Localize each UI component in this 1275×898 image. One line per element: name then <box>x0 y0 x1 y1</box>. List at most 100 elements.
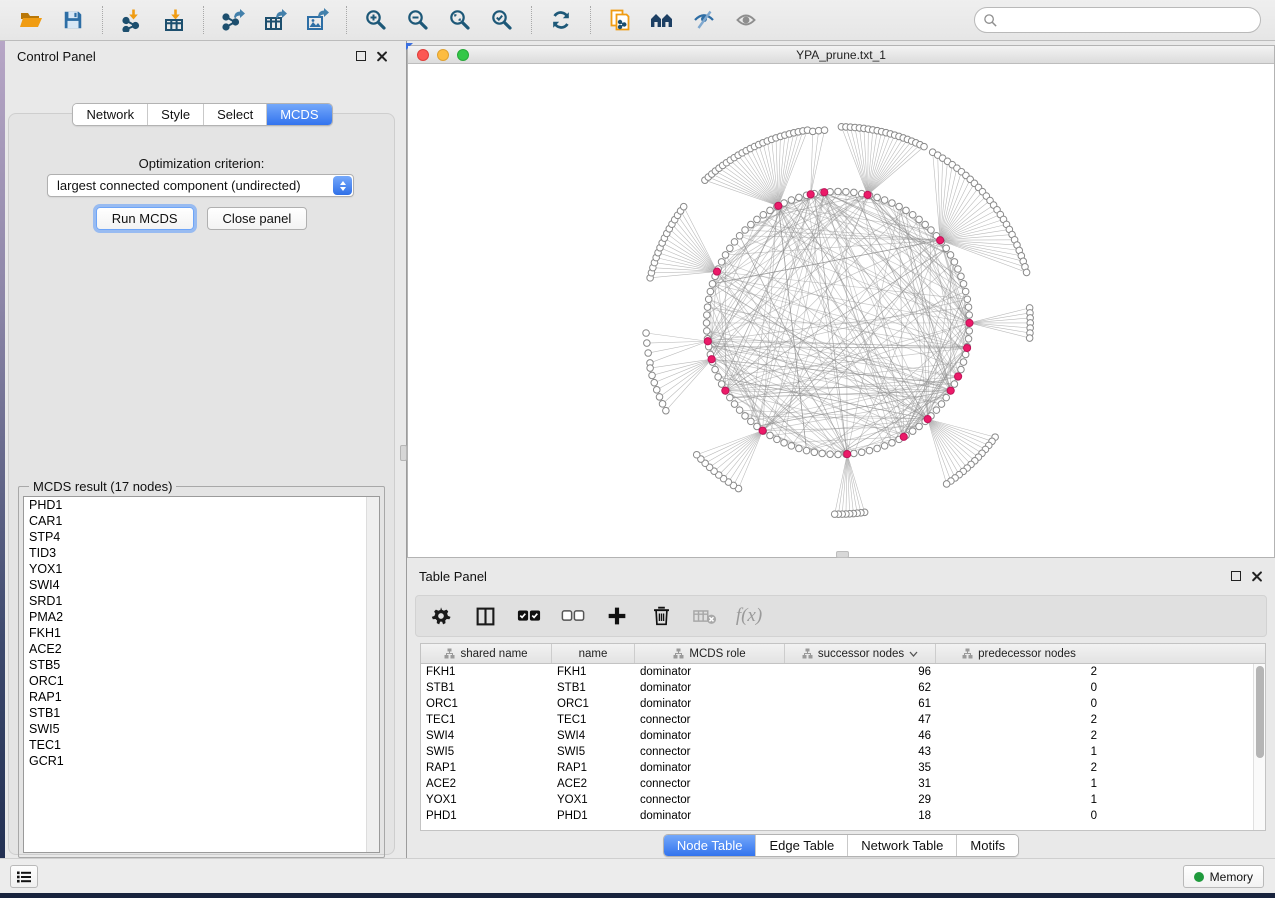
mcds-result-list[interactable]: PHD1CAR1STP4TID3YOX1SWI4SRD1PMA2FKH1ACE2… <box>23 496 380 853</box>
show-column-pane-button[interactable] <box>472 601 498 631</box>
vertical-splitter[interactable] <box>400 41 407 858</box>
show-panels-menu-button[interactable] <box>10 865 38 888</box>
table-cell: 2 <box>936 762 1102 774</box>
gear-icon <box>431 606 451 626</box>
hide-graphics-details-button[interactable] <box>686 3 722 37</box>
deselect-all-rows-button[interactable] <box>560 601 586 631</box>
binoculars-button[interactable] <box>644 3 680 37</box>
list-item[interactable]: PHD1 <box>24 497 379 513</box>
table-row[interactable]: TEC1TEC1connector472 <box>421 712 1265 728</box>
list-item[interactable]: GCR1 <box>24 753 379 769</box>
select-all-rows-button[interactable] <box>516 601 542 631</box>
column-header-successor-nodes[interactable]: successor nodes <box>785 644 936 663</box>
list-item[interactable]: YOX1 <box>24 561 379 577</box>
tab-network[interactable]: Network <box>73 104 148 125</box>
select-all-icon <box>517 608 541 624</box>
float-window-icon[interactable] <box>356 51 366 61</box>
table-cell: ORC1 <box>552 698 635 710</box>
list-item[interactable]: STP4 <box>24 529 379 545</box>
show-details-button[interactable] <box>728 3 764 37</box>
list-item[interactable]: TEC1 <box>24 737 379 753</box>
table-scrollbar-thumb[interactable] <box>1256 666 1264 758</box>
export-image-button[interactable] <box>299 3 335 37</box>
zoom-out-button[interactable] <box>400 3 436 37</box>
zoom-selected-button[interactable] <box>484 3 520 37</box>
tab-style[interactable]: Style <box>148 104 204 125</box>
column-header-name[interactable]: name <box>552 644 635 663</box>
memory-label: Memory <box>1210 870 1253 884</box>
list-item[interactable]: SRD1 <box>24 593 379 609</box>
memory-button[interactable]: Memory <box>1183 865 1264 888</box>
column-header-predecessor-nodes[interactable]: predecessor nodes <box>936 644 1102 663</box>
list-item[interactable]: PMA2 <box>24 609 379 625</box>
optimization-criterion-select[interactable]: largest connected component (undirected) <box>47 174 354 197</box>
tab-motifs[interactable]: Motifs <box>957 835 1018 856</box>
column-namespace-icon <box>673 648 684 659</box>
zoom-fit-button[interactable] <box>442 3 478 37</box>
import-network-button[interactable] <box>114 3 150 37</box>
table-cell: connector <box>635 778 785 790</box>
refresh-button[interactable] <box>543 3 579 37</box>
horizontal-splitter-grip[interactable] <box>836 551 849 558</box>
export-table-icon <box>263 8 287 32</box>
close-panel-icon[interactable] <box>1251 570 1263 582</box>
tab-edge-table[interactable]: Edge Table <box>756 835 848 856</box>
list-item[interactable]: CAR1 <box>24 513 379 529</box>
delete-column-button[interactable] <box>648 601 674 631</box>
clone-network-icon <box>608 8 632 32</box>
tab-node-table[interactable]: Node Table <box>664 835 757 856</box>
list-item[interactable]: SWI5 <box>24 721 379 737</box>
table-cell: 35 <box>785 762 936 774</box>
list-item[interactable]: ACE2 <box>24 641 379 657</box>
close-panel-icon[interactable] <box>376 50 388 62</box>
export-network-button[interactable] <box>215 3 251 37</box>
search-input[interactable] <box>998 10 1260 30</box>
list-item[interactable]: STB5 <box>24 657 379 673</box>
list-scrollbar-track[interactable] <box>366 497 379 852</box>
list-item[interactable]: RAP1 <box>24 689 379 705</box>
table-settings-button[interactable] <box>428 601 454 631</box>
table-row[interactable]: RAP1RAP1dominator352 <box>421 760 1265 776</box>
list-item[interactable]: SWI4 <box>24 577 379 593</box>
export-table-button[interactable] <box>257 3 293 37</box>
list-item[interactable]: ORC1 <box>24 673 379 689</box>
add-column-button[interactable] <box>604 601 630 631</box>
toolbar-separator <box>531 6 532 34</box>
float-window-icon[interactable] <box>1231 571 1241 581</box>
run-mcds-button[interactable]: Run MCDS <box>96 207 194 230</box>
network-canvas[interactable] <box>408 65 1274 557</box>
tab-select[interactable]: Select <box>204 104 267 125</box>
list-item[interactable]: FKH1 <box>24 625 379 641</box>
table-cell: 2 <box>936 666 1102 678</box>
list-item[interactable]: TID3 <box>24 545 379 561</box>
splitter-grip[interactable] <box>400 445 407 461</box>
list-item[interactable]: STB1 <box>24 705 379 721</box>
table-scrollbar-track[interactable] <box>1253 664 1265 830</box>
import-table-button[interactable] <box>156 3 192 37</box>
network-view-window: YPA_prune.txt_1 <box>407 45 1275 558</box>
function-builder-button[interactable]: f(x) <box>736 601 762 631</box>
network-window-titlebar[interactable]: YPA_prune.txt_1 <box>408 46 1274 64</box>
destroy-table-button[interactable] <box>692 601 718 631</box>
search-field[interactable] <box>974 7 1261 33</box>
zoom-in-button[interactable] <box>358 3 394 37</box>
open-folder-button[interactable] <box>13 3 49 37</box>
clone-network-button[interactable] <box>602 3 638 37</box>
save-button[interactable] <box>55 3 91 37</box>
close-panel-button[interactable]: Close panel <box>207 207 308 230</box>
tab-network-table[interactable]: Network Table <box>848 835 957 856</box>
table-row[interactable]: SWI4SWI4dominator462 <box>421 728 1265 744</box>
table-row[interactable]: ORC1ORC1dominator610 <box>421 696 1265 712</box>
table-row[interactable]: PHD1PHD1dominator180 <box>421 808 1265 824</box>
table-row[interactable]: FKH1FKH1dominator962 <box>421 664 1265 680</box>
table-cell: 29 <box>785 794 936 806</box>
table-row[interactable]: SWI5SWI5connector431 <box>421 744 1265 760</box>
column-header-MCDS-role[interactable]: MCDS role <box>635 644 785 663</box>
column-namespace-icon <box>802 648 813 659</box>
table-row[interactable]: YOX1YOX1connector291 <box>421 792 1265 808</box>
tab-mcds[interactable]: MCDS <box>267 104 331 125</box>
memory-status-icon <box>1194 872 1204 882</box>
table-row[interactable]: ACE2ACE2connector311 <box>421 776 1265 792</box>
table-row[interactable]: STB1STB1dominator620 <box>421 680 1265 696</box>
column-header-shared-name[interactable]: shared name <box>421 644 552 663</box>
